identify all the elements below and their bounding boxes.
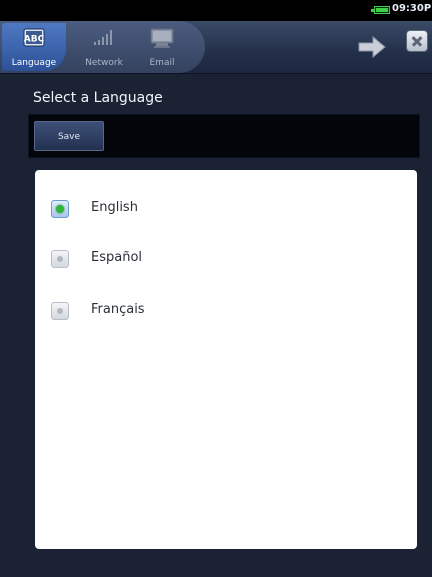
- page-title: Select a Language: [33, 90, 163, 106]
- radio-english[interactable]: [51, 200, 69, 218]
- language-icon: ABC: [23, 28, 45, 47]
- language-label: English: [91, 200, 138, 215]
- status-bar: 09:30PM: [0, 0, 432, 21]
- radio-espanol[interactable]: [51, 250, 69, 268]
- language-option-francais[interactable]: Français: [51, 300, 251, 324]
- language-list: English Español Français: [35, 170, 417, 549]
- step-email[interactable]: Email: [134, 23, 190, 71]
- action-bar: Save: [28, 114, 420, 158]
- step-network-label: Network: [85, 58, 123, 68]
- status-time: 09:30PM: [392, 3, 432, 14]
- radio-dot: [57, 308, 63, 314]
- language-option-english[interactable]: English: [51, 198, 251, 222]
- arrow-right-icon[interactable]: [358, 35, 386, 59]
- svg-text:ABC: ABC: [24, 35, 45, 45]
- close-icon[interactable]: [407, 31, 427, 51]
- step-language-label: Language: [11, 58, 57, 68]
- language-label: Français: [91, 302, 145, 317]
- step-email-label: Email: [149, 58, 175, 68]
- language-label: Español: [91, 250, 143, 265]
- language-option-espanol[interactable]: Español: [51, 248, 251, 272]
- save-button[interactable]: Save: [34, 121, 104, 151]
- radio-dot: [56, 205, 64, 213]
- step-network[interactable]: Network: [76, 23, 132, 71]
- wizard-steps: ABC Language Network Email: [0, 21, 205, 73]
- battery-icon: [371, 6, 390, 14]
- wizard-toolbar: ABC Language Network Email: [0, 21, 432, 74]
- radio-dot: [57, 256, 63, 262]
- email-icon: [150, 28, 174, 48]
- radio-francais[interactable]: [51, 302, 69, 320]
- signal-bars-icon: [94, 30, 112, 45]
- step-language[interactable]: ABC Language: [2, 23, 66, 71]
